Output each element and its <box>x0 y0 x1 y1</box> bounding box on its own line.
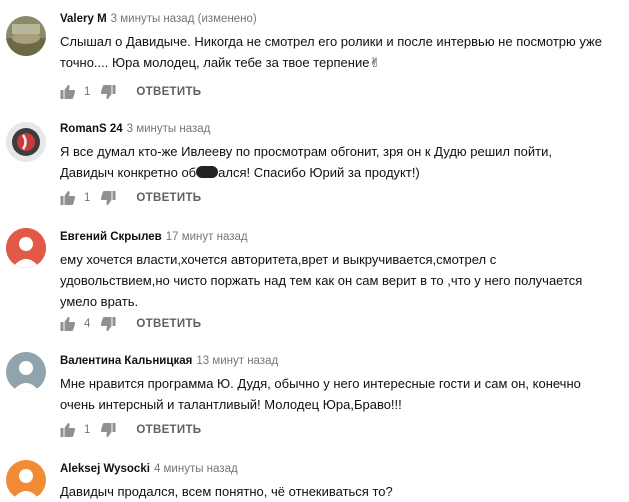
comment-author[interactable]: RomanS 24 <box>60 123 123 135</box>
comment-actions: 1 ОТВЕТИТЬ <box>60 82 201 102</box>
avatar[interactable] <box>6 460 46 500</box>
comment-author[interactable]: Валентина Кальницкая <box>60 355 192 367</box>
comment-actions: 4 ОТВЕТИТЬ <box>60 314 201 334</box>
like-count: 1 <box>84 86 91 98</box>
comment-actions: 1 ОТВЕТИТЬ <box>60 188 201 208</box>
comment-author[interactable]: Евгений Скрылев <box>60 231 162 243</box>
text-line: умело врать. <box>60 294 139 309</box>
comment-text: Мне нравится программа Ю. Дудя, обычно у… <box>60 373 620 415</box>
comment-text: Слышал о Давидыче. Никогда не смотрел ег… <box>60 31 620 73</box>
comment-time[interactable]: 4 минуты назад <box>154 463 238 475</box>
reply-button[interactable]: ОТВЕТИТЬ <box>136 424 201 436</box>
thumbs-down-icon[interactable] <box>100 84 116 100</box>
text-fragment: ался! Спасибо Юрий за продукт!) <box>218 165 420 180</box>
like-count: 4 <box>84 318 91 330</box>
like-count: 1 <box>84 192 91 204</box>
text-line: Давидыч продался, всем понятно, чё отнек… <box>60 484 393 499</box>
reply-button[interactable]: ОТВЕТИТЬ <box>136 86 201 98</box>
thumbs-down-icon[interactable] <box>100 422 116 438</box>
comment-time[interactable]: 17 минут назад <box>166 231 248 243</box>
reply-button[interactable]: ОТВЕТИТЬ <box>136 192 201 204</box>
text-line: Слышал о Давидыче. Никогда не смотрел ег… <box>60 34 602 49</box>
text-line: точно.... Юра молодец, лайк тебе за твое… <box>60 52 620 73</box>
comment-time[interactable]: 13 минут назад <box>196 355 278 367</box>
text-line: ему хочется власти,хочется авторитета,вр… <box>60 252 497 267</box>
thumbs-up-icon[interactable] <box>60 84 76 100</box>
avatar[interactable] <box>6 122 46 162</box>
comment-text: Давидыч продался, всем понятно, чё отнек… <box>60 481 620 502</box>
text-fragment: Давидыч конкретно об <box>60 165 197 180</box>
avatar[interactable] <box>6 352 46 392</box>
thumbs-down-icon[interactable] <box>100 316 116 332</box>
text-fragment: точно.... Юра молодец, лайк тебе за твое… <box>60 55 370 70</box>
thumbs-up-icon[interactable] <box>60 422 76 438</box>
reply-button[interactable]: ОТВЕТИТЬ <box>136 318 201 330</box>
comment-author[interactable]: Valery M <box>60 13 107 25</box>
text-line: Давидыч конкретно об ался! Спасибо Юрий з… <box>60 162 620 183</box>
victory-hand-emoji: ✌ <box>369 55 381 70</box>
thumbs-up-icon[interactable] <box>60 316 76 332</box>
comment-actions: 1 ОТВЕТИТЬ <box>60 420 201 440</box>
comment-text: ему хочется власти,хочется авторитета,вр… <box>60 249 620 312</box>
comment-author[interactable]: Aleksej Wysocki <box>60 463 150 475</box>
censored-blot <box>196 166 219 178</box>
comment-time[interactable]: 3 минуты назад <box>127 123 211 135</box>
text-line: Я все думал кто-же Ивлееву по просмотрам… <box>60 144 552 159</box>
avatar[interactable] <box>6 16 46 56</box>
like-count: 1 <box>84 424 91 436</box>
comment-text: Я все думал кто-же Ивлееву по просмотрам… <box>60 141 620 183</box>
text-line: Мне нравится программа Ю. Дудя, обычно у… <box>60 376 581 391</box>
text-line: удовольствием,но чисто поржать над тем к… <box>60 273 583 288</box>
avatar[interactable] <box>6 228 46 268</box>
thumbs-up-icon[interactable] <box>60 190 76 206</box>
thumbs-down-icon[interactable] <box>100 190 116 206</box>
text-line: очень интерсный и талантливый! Молодец Ю… <box>60 397 402 412</box>
comment-time[interactable]: 3 минуты назад (изменено) <box>111 13 257 25</box>
